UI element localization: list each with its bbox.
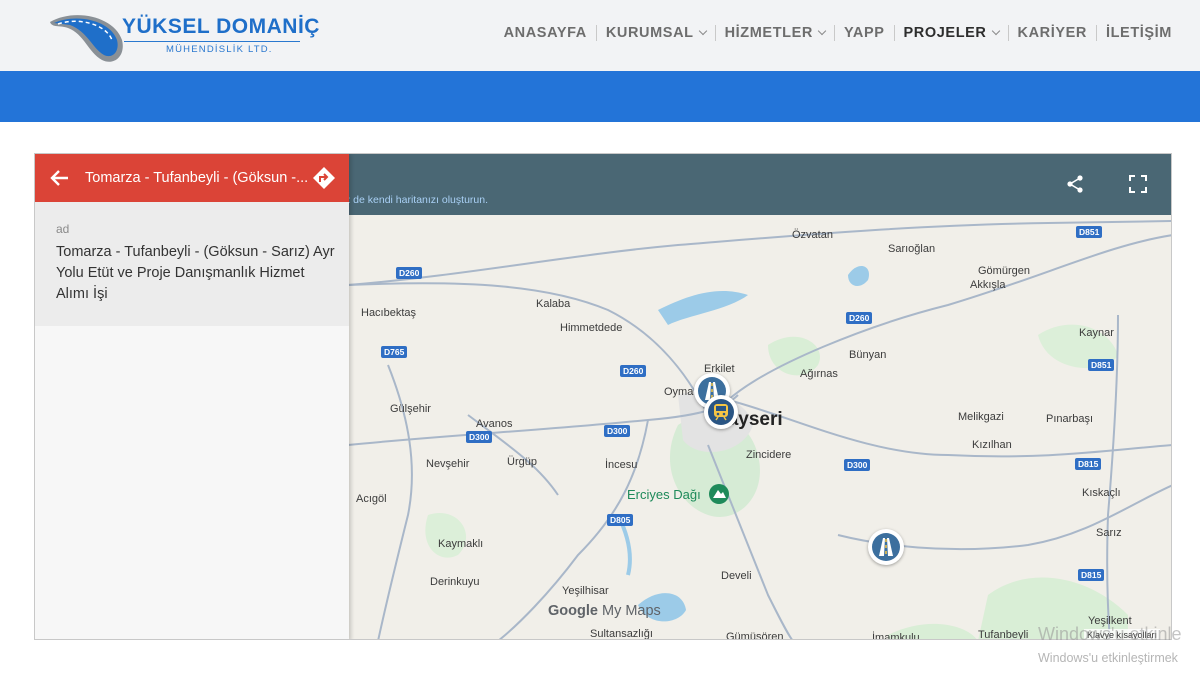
road-badge: D300 [604, 425, 631, 437]
place-label: Ürgüp [507, 456, 537, 468]
field-label: ad [56, 222, 70, 236]
place-label: Kıskaçlı [1082, 487, 1121, 499]
place-label: Acıgöl [356, 493, 387, 505]
place-label: Kalaba [536, 298, 571, 310]
company-logo[interactable]: YÜKSEL DOMANİÇ MÜHENDİSLİK LTD. [44, 10, 319, 68]
create-map-link[interactable]: z de kendi haritanızı oluşturun. [345, 194, 488, 206]
road-badge: D260 [846, 312, 873, 324]
place-label: Melikgazi [958, 411, 1004, 423]
map-canvas[interactable]: D851 D260 D260 D765 D260 D851 D300 D300 … [348, 215, 1171, 640]
nav-divider [595, 25, 597, 41]
nav-label: İLETİŞİM [1105, 25, 1172, 41]
nav-kurumsal[interactable]: KURUMSAL [605, 25, 707, 41]
logo-divider [124, 41, 300, 42]
windows-activation-watermark: Windows'u etkinle [1038, 624, 1182, 644]
feature-details: ad Tomarza - Tufanbeyli - (Göksun - Sarı… [35, 202, 349, 326]
place-label: Himmetdede [560, 322, 623, 334]
place-label: Kaymaklı [438, 538, 484, 550]
mymaps-text: My Maps [601, 603, 661, 619]
road-badge: D300 [466, 431, 493, 443]
place-label: Sarız [1096, 527, 1122, 539]
place-label: Zincidere [746, 449, 792, 461]
place-label: Ağırnas [800, 368, 838, 380]
nav-kariyer[interactable]: KARİYER [1018, 25, 1087, 41]
chevron-down-icon [698, 26, 707, 36]
place-label: Develi [721, 570, 752, 582]
road-project-marker[interactable] [868, 529, 904, 565]
place-label: İmamkulu [872, 632, 920, 640]
place-label: Özvatan [792, 229, 833, 241]
nav-iletisim[interactable]: İLETİŞİM [1106, 25, 1172, 41]
road-badge: D260 [620, 365, 647, 377]
place-label: Gömürgen [978, 265, 1030, 277]
nav-divider [1095, 25, 1097, 41]
google-logo-text: Google [548, 603, 598, 619]
place-label-poi: Erciyes Dağı [627, 487, 701, 502]
feature-name: Tomarza - Tufanbeyli - (Göksun - Sarız) … [56, 244, 335, 302]
chevron-down-icon [817, 26, 827, 36]
place-label: Bünyan [849, 349, 887, 361]
road-badge: D815 [1075, 458, 1102, 470]
nav-projeler[interactable]: PROJELER [903, 25, 1000, 41]
map-embed: z de kendi haritanızı oluşturun. D851 D2… [34, 153, 1172, 640]
nav-label: YAPP [843, 25, 885, 41]
road-badge: D851 [1076, 226, 1103, 238]
place-label: Tufanbeyli [978, 629, 1029, 640]
back-arrow-icon[interactable] [49, 167, 71, 189]
panel-header: Tomarza - Tufanbeyli - (Göksun -... [35, 154, 349, 202]
nav-label: HİZMETLER [724, 25, 813, 41]
place-label: Gümüşören [726, 631, 784, 640]
train-icon [714, 404, 728, 421]
place-label: Kaynar [1079, 327, 1114, 339]
road-badge: D260 [396, 267, 423, 279]
place-label: Pınarbaşı [1046, 413, 1094, 425]
nav-yapp[interactable]: YAPP [844, 25, 885, 41]
site-header: YÜKSEL DOMANİÇ MÜHENDİSLİK LTD. ANASAYFA… [0, 0, 1200, 71]
place-label: Sarıoğlan [888, 243, 936, 255]
logo-road-icon [50, 15, 123, 62]
nav-divider [893, 25, 895, 41]
place-label: Derinkuyu [430, 576, 480, 588]
place-label: İncesu [605, 459, 638, 471]
road-icon [879, 538, 893, 556]
google-mymaps-attribution: Google My Maps [548, 603, 661, 619]
fullscreen-icon[interactable] [1128, 174, 1148, 194]
windows-activation-subtext: Windows'u etkinleştirmek [1038, 651, 1178, 665]
nav-label: KURUMSAL [605, 25, 694, 41]
nav-label: KARİYER [1017, 25, 1087, 41]
nav-divider [714, 25, 716, 41]
road-badge: D851 [1088, 359, 1115, 371]
place-label: Kızılhan [972, 439, 1012, 451]
place-label: Oyma [664, 386, 694, 398]
place-label: Avanos [476, 418, 513, 430]
place-label: Nevşehir [426, 458, 470, 470]
main-nav: ANASAYFA KURUMSAL HİZMETLER YAPP PROJELE… [504, 25, 1172, 41]
place-label: Sultansazlığı [590, 628, 653, 640]
directions-icon[interactable] [312, 166, 336, 190]
train-project-marker[interactable] [704, 395, 738, 429]
logo-subtitle: MÜHENDİSLİK LTD. [166, 44, 273, 55]
nav-label: ANASAYFA [503, 25, 587, 41]
chevron-down-icon [991, 26, 1000, 36]
panel-title: Tomarza - Tufanbeyli - (Göksun -... [85, 170, 309, 186]
nav-hizmetler[interactable]: HİZMETLER [724, 25, 827, 41]
nav-label: PROJELER [903, 25, 987, 41]
road-badge: D300 [844, 459, 871, 471]
nav-divider [1007, 25, 1009, 41]
place-label: Hacıbektaş [361, 307, 417, 319]
nav-anasayfa[interactable]: ANASAYFA [504, 25, 587, 41]
share-icon[interactable] [1065, 174, 1085, 194]
road-badge: D815 [1078, 569, 1105, 581]
map-side-panel: Tomarza - Tufanbeyli - (Göksun -... ad T… [35, 154, 349, 639]
place-label: Akkışla [970, 279, 1006, 291]
mountain-icon[interactable] [708, 483, 730, 505]
place-label: Yeşilhisar [562, 585, 609, 597]
road-badge: D805 [607, 514, 634, 526]
road-badge: D765 [381, 346, 408, 358]
place-label: Gülşehir [390, 403, 431, 415]
nav-divider [833, 25, 835, 41]
logo-title: YÜKSEL DOMANİÇ [122, 15, 320, 38]
page-banner [0, 71, 1200, 122]
